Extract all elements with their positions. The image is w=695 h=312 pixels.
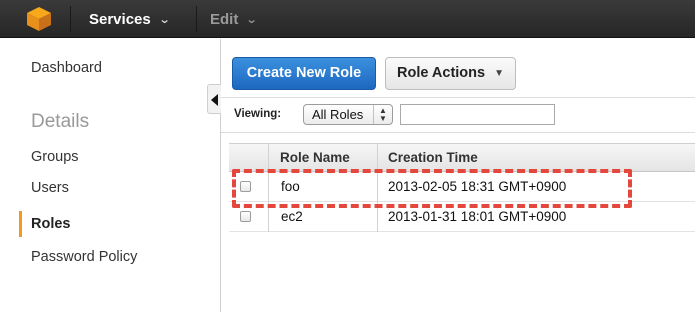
sidebar-heading-details: Details <box>31 111 90 132</box>
column-header-role-name[interactable]: Role Name <box>280 144 350 172</box>
sidebar-item-password-policy[interactable]: Password Policy <box>31 249 137 265</box>
services-label: Services <box>89 10 151 28</box>
role-actions-label: Role Actions <box>397 65 486 81</box>
chevron-left-icon <box>211 94 218 106</box>
top-nav-bar: Services ⌄ Edit ⌄ <box>0 0 695 38</box>
toolbar-divider <box>221 97 695 98</box>
edit-label: Edit <box>210 10 239 28</box>
sidebar-item-users[interactable]: Users <box>31 180 69 196</box>
search-input[interactable] <box>400 104 555 125</box>
table-header: Role Name Creation Time <box>229 143 695 172</box>
row-checkbox[interactable] <box>240 211 251 222</box>
active-item-indicator <box>19 211 22 237</box>
viewing-label: Viewing: <box>234 108 282 120</box>
nav-separator <box>70 6 71 32</box>
role-filter-select[interactable]: All Roles ▲ ▼ <box>303 104 393 125</box>
sidebar-item-dashboard[interactable]: Dashboard <box>31 60 102 76</box>
aws-cube-icon[interactable] <box>26 6 52 32</box>
chevron-down-icon: ⌄ <box>158 13 171 26</box>
edit-menu[interactable]: Edit ⌄ <box>210 0 258 38</box>
sidebar-item-roles[interactable]: Roles <box>31 216 71 232</box>
chevron-down-icon: ▼ <box>494 68 504 79</box>
role-filter-value: All Roles <box>312 107 364 122</box>
chevron-down-icon: ⌄ <box>245 13 258 26</box>
sidebar-divider <box>220 39 221 312</box>
sidebar-item-groups[interactable]: Groups <box>31 149 79 165</box>
collapse-sidebar-button[interactable] <box>207 84 221 114</box>
create-new-role-button[interactable]: Create New Role <box>232 57 376 90</box>
highlight-annotation <box>232 169 632 208</box>
services-menu[interactable]: Services ⌄ <box>89 0 171 38</box>
up-down-arrows-icon: ▲ ▼ <box>373 105 392 124</box>
nav-separator <box>196 6 197 32</box>
filter-divider <box>221 132 695 133</box>
column-header-creation-time[interactable]: Creation Time <box>388 144 478 172</box>
sidebar: Dashboard Details Groups Users Roles Pas… <box>0 39 221 312</box>
role-actions-button[interactable]: Role Actions ▼ <box>385 57 516 90</box>
